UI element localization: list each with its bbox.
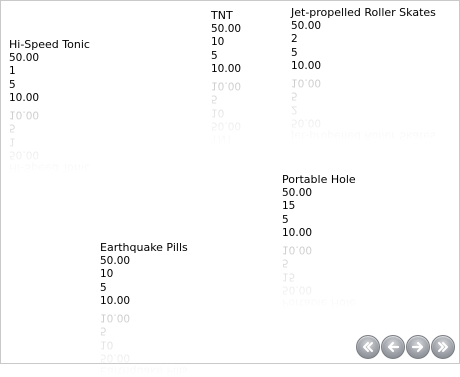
arrow-left-icon — [386, 340, 400, 354]
item-reflection: Hi-Speed Tonic 50.00 1 5 10.00 — [9, 107, 90, 175]
item-name: Hi-Speed Tonic — [9, 38, 90, 52]
carousel-item[interactable]: Earthquake Pills 50.00 10 5 10.00 Earthq… — [100, 241, 188, 377]
carousel-item[interactable]: Jet-propelled Roller Skates 50.00 2 5 10… — [291, 6, 436, 142]
reflection-units: 5 — [9, 120, 90, 134]
reflection-price: 50.00 — [100, 350, 188, 364]
item-price: 50.00 — [291, 20, 436, 34]
next-button[interactable] — [406, 335, 430, 359]
item-text: Hi-Speed Tonic 50.00 1 5 10.00 — [9, 38, 90, 106]
reflection-total: 10.00 — [9, 107, 90, 121]
reflection-units: 5 — [291, 88, 436, 102]
item-units: 5 — [211, 50, 241, 64]
reflection-total: 10.00 — [211, 78, 241, 92]
item-text: TNT 50.00 10 5 10.00 — [211, 9, 241, 77]
reflection-qty: 1 — [9, 134, 90, 148]
item-reflection: TNT 50.00 10 5 10.00 — [211, 78, 241, 146]
item-total: 10.00 — [100, 295, 188, 309]
carousel-item[interactable]: Hi-Speed Tonic 50.00 1 5 10.00 Hi-Speed … — [9, 38, 90, 174]
item-text: Portable Hole 50.00 15 5 10.00 — [282, 173, 356, 241]
reflection-price: 50.00 — [211, 118, 241, 132]
item-units: 5 — [9, 79, 90, 93]
item-text: Earthquake Pills 50.00 10 5 10.00 — [100, 241, 188, 309]
reflection-units: 5 — [282, 255, 356, 269]
reflection-name: Earthquake Pills — [100, 364, 188, 377]
item-total: 10.00 — [282, 227, 356, 241]
item-name: Earthquake Pills — [100, 241, 188, 255]
item-qty: 10 — [100, 268, 188, 282]
reflection-name: Jet-propelled Roller Skates — [291, 129, 436, 143]
reflection-name: Hi-Speed Tonic — [9, 161, 90, 175]
item-reflection: Portable Hole 50.00 15 5 10.00 — [282, 242, 356, 310]
carousel-nav — [356, 335, 455, 359]
carousel-viewport: Hi-Speed Tonic 50.00 1 5 10.00 Hi-Speed … — [0, 0, 460, 364]
reflection-name: Portable Hole — [282, 296, 356, 310]
item-name: Portable Hole — [282, 173, 356, 187]
item-reflection: Jet-propelled Roller Skates 50.00 2 5 10… — [291, 75, 436, 143]
reflection-units: 5 — [211, 91, 241, 105]
item-price: 50.00 — [9, 52, 90, 66]
item-text: Jet-propelled Roller Skates 50.00 2 5 10… — [291, 6, 436, 74]
reflection-total: 10.00 — [100, 310, 188, 324]
item-total: 10.00 — [9, 92, 90, 106]
carousel-item[interactable]: TNT 50.00 10 5 10.00 TNT 50.00 10 5 10.0… — [211, 9, 241, 145]
reflection-total: 10.00 — [282, 242, 356, 256]
item-qty: 10 — [211, 36, 241, 50]
item-qty: 2 — [291, 33, 436, 47]
reflection-units: 5 — [100, 323, 188, 337]
item-units: 5 — [100, 282, 188, 296]
reflection-price: 50.00 — [9, 147, 90, 161]
item-reflection: Earthquake Pills 50.00 10 5 10.00 — [100, 310, 188, 377]
reflection-qty: 15 — [282, 269, 356, 283]
arrow-right-icon — [411, 340, 425, 354]
carousel-item[interactable]: Portable Hole 50.00 15 5 10.00 Portable … — [282, 173, 356, 309]
first-button[interactable] — [356, 335, 380, 359]
previous-button[interactable] — [381, 335, 405, 359]
double-chevron-right-icon — [436, 340, 450, 354]
item-name: Jet-propelled Roller Skates — [291, 6, 436, 20]
reflection-qty: 10 — [100, 337, 188, 351]
item-price: 50.00 — [282, 187, 356, 201]
item-total: 10.00 — [291, 60, 436, 74]
item-price: 50.00 — [100, 255, 188, 269]
item-total: 10.00 — [211, 63, 241, 77]
last-button[interactable] — [431, 335, 455, 359]
reflection-qty: 10 — [211, 105, 241, 119]
reflection-name: TNT — [211, 132, 241, 146]
double-chevron-left-icon — [361, 340, 375, 354]
item-name: TNT — [211, 9, 241, 23]
item-price: 50.00 — [211, 23, 241, 37]
item-qty: 1 — [9, 65, 90, 79]
item-qty: 15 — [282, 200, 356, 214]
item-units: 5 — [282, 214, 356, 228]
item-units: 5 — [291, 47, 436, 61]
reflection-total: 10.00 — [291, 75, 436, 89]
reflection-qty: 2 — [291, 102, 436, 116]
reflection-price: 50.00 — [282, 282, 356, 296]
reflection-price: 50.00 — [291, 115, 436, 129]
